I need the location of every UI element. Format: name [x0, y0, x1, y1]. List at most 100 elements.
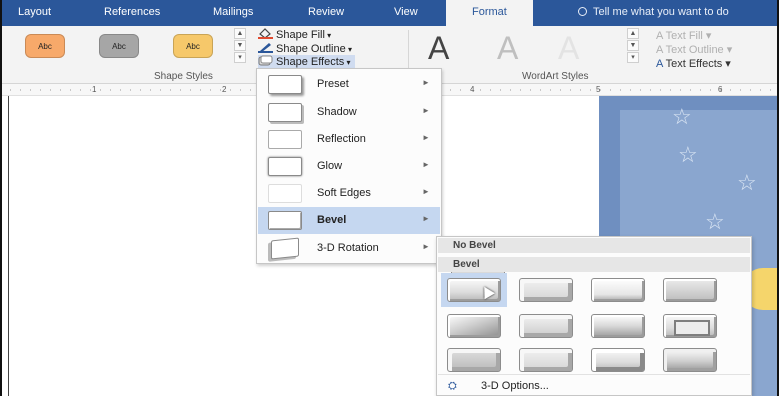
bevel-swatch — [591, 278, 645, 302]
bevel-option-divot[interactable] — [441, 343, 507, 377]
bevel-option-cool-slant[interactable] — [657, 273, 723, 307]
ribbon-tab-bar: Layout References Mailings Review View F… — [0, 0, 779, 26]
gallery-up-icon[interactable]: ▲ — [234, 28, 246, 39]
lightbulb-icon — [578, 7, 587, 16]
shape-style-gray[interactable]: Abc — [99, 34, 139, 58]
menu-item-label: Reflection — [317, 133, 366, 145]
menu-item-label: Shadow — [317, 106, 357, 118]
bevel-swatch — [663, 314, 717, 338]
3d-options-icon: ⛭ — [448, 380, 457, 392]
bevel-option-angle[interactable] — [441, 309, 507, 343]
submenu-arrow-icon: ► — [422, 106, 430, 115]
shape-style-orange[interactable]: Abc — [25, 34, 65, 58]
bevel-swatch — [519, 314, 573, 338]
menu-item-3d-rotation[interactable]: 3-D Rotation ► — [258, 235, 440, 262]
submenu-arrow-icon: ► — [422, 214, 430, 223]
star-icon: ☆ — [678, 142, 698, 167]
no-bevel-header: No Bevel — [438, 238, 750, 253]
bevel-swatch — [591, 314, 645, 338]
submenu-arrow-icon: ► — [422, 133, 430, 142]
text-outline-icon: A — [656, 44, 666, 56]
3d-options-item[interactable]: ⛭ 3-D Options... — [438, 374, 750, 396]
text-fill-button[interactable]: A Text Fill ▾ — [656, 29, 711, 42]
bevel-swatch — [519, 278, 573, 302]
bevel-option-art-deco[interactable] — [657, 343, 723, 377]
bevel-swatch — [519, 348, 573, 372]
tell-me-box[interactable]: Tell me what you want to do — [578, 6, 729, 18]
wordart-group-label: WordArt Styles — [522, 71, 589, 82]
wordart-more-icon[interactable]: ▾ — [627, 52, 639, 63]
bevel-header: Bevel — [438, 257, 750, 272]
menu-item-soft-edges[interactable]: Soft Edges ► — [258, 180, 440, 207]
tab-mailings[interactable]: Mailings — [213, 6, 253, 18]
shape-fill-label: Shape Fill — [276, 29, 325, 41]
bevel-swatch — [447, 348, 501, 372]
submenu-arrow-icon: ► — [422, 187, 430, 196]
menu-item-label: Preset — [317, 78, 349, 90]
document-page-edge — [8, 96, 9, 396]
bevel-option-circle[interactable] — [441, 273, 507, 307]
wordart-style-2[interactable]: A — [497, 30, 518, 67]
bevel-swatch — [663, 278, 717, 302]
shape-effects-icon — [258, 55, 273, 66]
menu-item-label: Bevel — [317, 214, 347, 226]
shape-effects-label: Shape Effects — [276, 56, 345, 68]
menu-item-label: 3-D Rotation — [317, 242, 379, 254]
wordart-down-icon[interactable]: ▼ — [627, 40, 639, 51]
paint-bucket-icon — [258, 28, 273, 39]
bevel-gallery: No Bevel Bevel ⛭ 3-D Options... — [436, 236, 752, 396]
text-fill-icon: A — [656, 30, 666, 42]
3d-rotation-thumbnail — [271, 237, 299, 260]
shape-style-gold[interactable]: Abc — [173, 34, 213, 58]
preset-thumbnail — [268, 75, 302, 94]
glow-thumbnail — [268, 157, 302, 176]
shadow-thumbnail — [268, 103, 302, 122]
star-icon: ☆ — [672, 104, 692, 129]
reflection-thumbnail — [268, 130, 302, 149]
gallery-down-icon[interactable]: ▼ — [234, 40, 246, 51]
menu-item-shadow[interactable]: Shadow ► — [258, 99, 440, 126]
pencil-icon — [258, 43, 273, 53]
text-effects-icon: A — [656, 58, 666, 70]
text-effects-button[interactable]: A Text Effects ▾ — [656, 57, 731, 70]
tab-format[interactable]: Format — [446, 0, 533, 26]
shape-effects-menu: Preset ► Shadow ► Reflection ► Glow ► So… — [256, 68, 442, 264]
submenu-arrow-icon: ► — [422, 78, 430, 87]
submenu-arrow-icon: ► — [422, 242, 430, 251]
menu-item-reflection[interactable]: Reflection ► — [258, 126, 440, 153]
wordart-up-icon[interactable]: ▲ — [627, 28, 639, 39]
text-effects-label: Text Effects — [665, 58, 723, 70]
bevel-option-riblet[interactable] — [513, 343, 579, 377]
menu-item-bevel[interactable]: Bevel ► — [258, 207, 440, 234]
wordart-style-3[interactable]: A — [558, 30, 579, 67]
bevel-option-soft-round[interactable] — [513, 309, 579, 343]
bevel-swatch — [447, 314, 501, 338]
bevel-thumbnail — [268, 211, 302, 230]
tell-me-text: Tell me what you want to do — [593, 6, 729, 18]
tab-references[interactable]: References — [104, 6, 160, 18]
text-outline-label: Text Outline — [665, 44, 724, 56]
gallery-more-icon[interactable]: ▾ — [234, 52, 246, 63]
tab-review[interactable]: Review — [308, 6, 344, 18]
bevel-option-convex[interactable] — [585, 309, 651, 343]
soft-edges-thumbnail — [268, 184, 302, 203]
menu-item-glow[interactable]: Glow ► — [258, 153, 440, 180]
menu-item-label: Glow — [317, 160, 343, 172]
bevel-option-cross[interactable] — [585, 273, 651, 307]
bevel-swatch — [663, 348, 717, 372]
3d-options-label: 3-D Options... — [481, 380, 549, 392]
bevel-option-slope[interactable] — [657, 309, 723, 343]
shape-fill-button[interactable]: Shape Fill ▾ — [258, 28, 331, 43]
wordart-style-1[interactable]: A — [428, 30, 449, 67]
star-icon: ☆ — [737, 170, 757, 195]
shape-outline-label: Shape Outline — [276, 43, 346, 55]
tab-layout[interactable]: Layout — [18, 6, 51, 18]
text-fill-label: Text Fill — [665, 30, 703, 42]
bevel-option-relaxed-inset[interactable] — [513, 273, 579, 307]
submenu-arrow-icon: ► — [422, 160, 430, 169]
text-outline-button[interactable]: A Text Outline ▾ — [656, 43, 732, 56]
bevel-option-hard-edge[interactable] — [585, 343, 651, 377]
tab-view[interactable]: View — [394, 6, 418, 18]
bevel-swatch — [591, 348, 645, 372]
menu-item-preset[interactable]: Preset ► — [258, 71, 440, 98]
